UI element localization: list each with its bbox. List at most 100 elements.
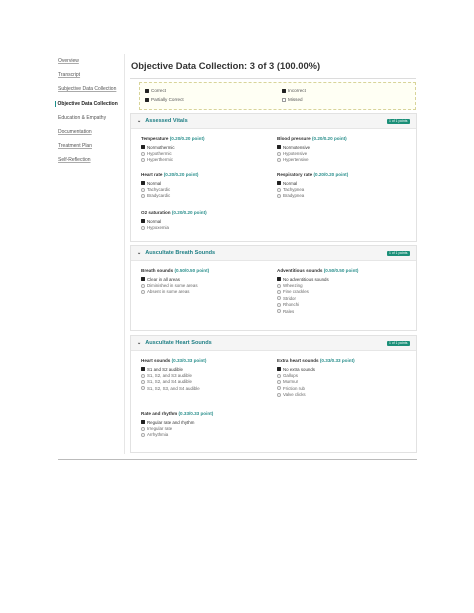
legend-correct-label: Correct xyxy=(151,88,167,93)
checkbox-checked-icon xyxy=(277,145,281,150)
result-legend: Correct Partially Correct Incorrect Miss… xyxy=(139,82,416,110)
radio-empty-icon xyxy=(277,302,281,307)
answer-option[interactable]: Valve clicks xyxy=(277,392,355,398)
sidebar-item-overview[interactable]: Overview xyxy=(58,58,128,64)
question-points: (0.20/0.20 point) xyxy=(313,172,349,177)
answer-option-label: Bradycardic xyxy=(147,193,171,199)
answer-option-label: Fine crackles xyxy=(283,289,309,295)
radio-empty-icon xyxy=(277,289,281,294)
radio-empty-icon xyxy=(277,193,281,198)
sidebar-item-objective-data-collection[interactable]: Objective Data Collection xyxy=(54,100,129,107)
sidebar-item-documentation[interactable]: Documentation xyxy=(58,129,128,135)
checkbox-checked-icon xyxy=(141,145,145,150)
answer-option[interactable]: Rales xyxy=(277,308,358,314)
question-group-respiratory-rate: Respiratory rate (0.20/0.20 point) Normal… xyxy=(277,172,348,199)
answer-option-label: Wheezing xyxy=(283,283,303,289)
question-label: Breath sounds xyxy=(141,268,174,273)
answer-option[interactable]: Bradypnea xyxy=(277,193,348,199)
answer-option-label: Clear in all areas xyxy=(147,276,180,282)
radio-empty-icon xyxy=(277,157,281,162)
section-header[interactable]: ⌄ Assessed Vitals 1 of 1 points xyxy=(131,114,416,129)
points-badge: 1 of 1 points xyxy=(386,340,410,346)
question-title: O2 saturation (0.20/0.20 point) xyxy=(141,210,207,215)
question-title: Adventitious sounds (0.50/0.50 point) xyxy=(277,268,358,273)
answer-option[interactable]: Hyperthermic xyxy=(141,157,205,163)
question-label: Heart sounds xyxy=(141,358,171,363)
chevron-down-icon[interactable]: ⌄ xyxy=(137,250,141,256)
legend-incorrect: Incorrect xyxy=(282,88,306,93)
question-points: (0.20/0.20 point) xyxy=(169,136,205,141)
question-points: (0.50/0.50 point) xyxy=(323,268,359,273)
radio-empty-icon xyxy=(141,157,145,162)
radio-empty-icon xyxy=(277,379,281,384)
sidebar-item-education-empathy[interactable]: Education & Empathy xyxy=(58,115,128,121)
answer-option-label: Normotensive xyxy=(283,144,311,150)
section-title: ⌄ Assessed Vitals xyxy=(137,118,188,124)
sidebar-item-treatment-plan[interactable]: Treatment Plan xyxy=(58,143,128,149)
radio-empty-icon xyxy=(141,193,145,198)
sidebar-item-transcript[interactable]: Transcript xyxy=(58,72,128,78)
answer-option-label: Normal xyxy=(283,180,298,186)
radio-empty-icon xyxy=(141,373,145,378)
page-title: Objective Data Collection: 3 of 3 (100.0… xyxy=(131,60,321,71)
sidebar-item-self-reflection[interactable]: Self-Reflection xyxy=(58,157,128,163)
section-header[interactable]: ⌄ Auscultate Heart Sounds 1 of 1 points xyxy=(131,336,416,351)
checkbox-empty-icon xyxy=(282,97,286,102)
answer-option-label: Rhonchi xyxy=(283,302,300,308)
question-title: Breath sounds (0.50/0.50 point) xyxy=(141,268,209,273)
question-title: Blood pressure (0.20/0.20 point) xyxy=(277,136,347,141)
answer-option[interactable]: Hypoxemia xyxy=(141,224,207,230)
question-group-rate-and-rhythm: Rate and rhythm (0.33/0.33 point) Regular… xyxy=(141,411,213,438)
radio-empty-icon xyxy=(277,386,281,391)
answer-option[interactable]: Bradycardic xyxy=(141,193,198,199)
legend-incorrect-label: Incorrect xyxy=(288,88,306,93)
checkbox-checked-icon xyxy=(277,367,281,372)
question-points: (0.33/0.33 point) xyxy=(171,358,207,363)
section-header[interactable]: ⌄ Auscultate Breath Sounds 1 of 1 points xyxy=(131,246,416,261)
radio-empty-icon xyxy=(141,386,145,391)
answer-option-label: Normal xyxy=(147,180,162,186)
radio-empty-icon xyxy=(277,187,281,192)
answer-option[interactable]: Absent in some areas xyxy=(141,289,209,295)
answer-option-label: S1, S2, and S3 audible xyxy=(147,373,192,379)
radio-empty-icon xyxy=(141,379,145,384)
points-badge: 1 of 1 points xyxy=(386,118,410,124)
checkbox-checked-icon xyxy=(141,219,145,224)
legend-partially-correct-label: Partially Correct xyxy=(151,97,184,102)
question-title: Heart rate (0.20/0.20 point) xyxy=(141,172,198,177)
checkbox-checked-icon xyxy=(141,367,145,372)
answer-option-label: S1, S2, and S4 audible xyxy=(147,379,192,385)
question-points: (0.50/0.50 point) xyxy=(174,268,210,273)
answer-option-label: Stridor xyxy=(283,295,296,301)
answer-option-label: No extra sounds xyxy=(283,366,315,372)
answer-option[interactable]: Hypertensive xyxy=(277,157,347,163)
chevron-down-icon[interactable]: ⌄ xyxy=(137,118,141,124)
checkbox-checked-icon xyxy=(141,181,145,186)
checkbox-checked-icon xyxy=(277,181,281,186)
answer-option-label: Normal xyxy=(147,218,162,224)
title-divider xyxy=(130,78,416,79)
question-group-adventitious-sounds: Adventitious sounds (0.50/0.50 point) No … xyxy=(277,268,358,314)
answer-option-label: Murmur xyxy=(283,379,299,385)
radio-empty-icon xyxy=(141,151,145,156)
radio-empty-icon xyxy=(141,289,145,294)
radio-empty-icon xyxy=(277,151,281,156)
chevron-down-icon[interactable]: ⌄ xyxy=(137,340,141,346)
checkbox-checked-icon xyxy=(145,88,149,93)
section-title-text: Assessed Vitals xyxy=(145,118,188,124)
sidebar-nav: Overview Transcript Subjective Data Coll… xyxy=(54,58,129,172)
answer-option-label: Hypoxemia xyxy=(147,225,169,231)
legend-missed-label: Missed xyxy=(288,97,303,102)
question-title: Extra heart sounds (0.33/0.33 point) xyxy=(277,358,355,363)
section-auscultate-heart-sounds: ⌄ Auscultate Heart Sounds 1 of 1 points Hea… xyxy=(130,335,417,453)
question-points: (0.20/0.20 point) xyxy=(311,136,347,141)
answer-option[interactable]: S1, S2, S3, and S4 audible xyxy=(141,385,206,391)
sidebar-item-subjective-data-collection[interactable]: Subjective Data Collection xyxy=(58,86,128,92)
answer-option[interactable]: Arrhythmia xyxy=(141,432,213,438)
answer-option-label: Arrhythmia xyxy=(147,432,169,438)
checkbox-checked-icon xyxy=(141,277,145,282)
question-label: O2 saturation xyxy=(141,210,171,215)
radio-empty-icon xyxy=(141,283,145,288)
radio-empty-icon xyxy=(277,296,281,301)
answer-option-label: Bradypnea xyxy=(283,193,305,199)
